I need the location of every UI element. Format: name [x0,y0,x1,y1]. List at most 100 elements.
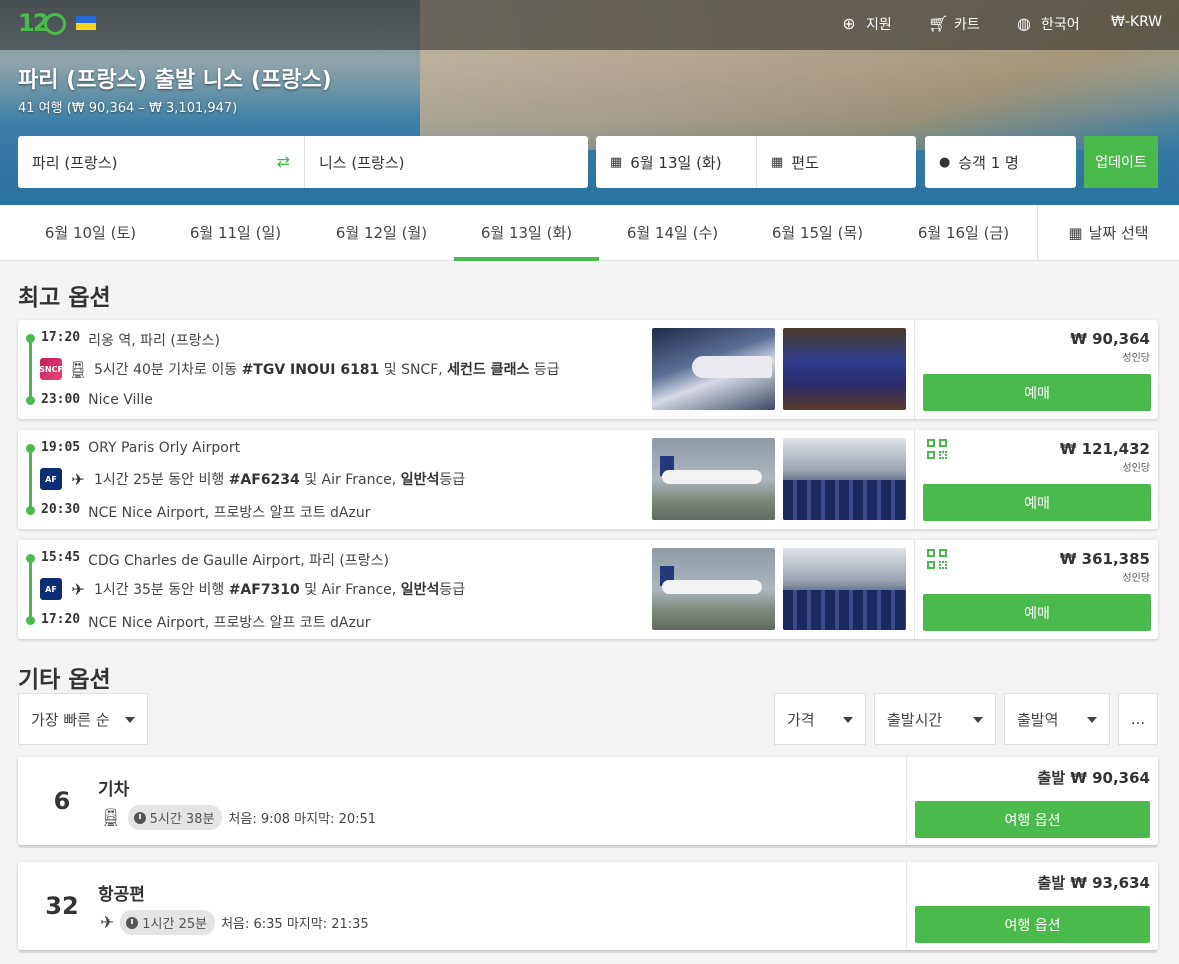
timeline-dot [26,396,35,405]
date-tab-active[interactable]: 6월 13일 (화) [454,205,599,261]
per-adult-label: 성인당 [1122,463,1150,474]
arrival-place: Nice Ville [88,392,153,408]
air-france-logo-icon: AF [40,578,62,600]
price-column: 출발 ₩ 93,634 여행 옵션 [906,862,1158,950]
more-filters-button[interactable]: ... [1118,693,1158,745]
transport-group-flight[interactable]: 32 항공편 ✈ 1시간 25분 처음: 6:35 마지막: 21:35 출발 … [18,862,1158,950]
airplane-exterior-photo[interactable] [652,548,775,630]
air-france-logo-icon: AF [40,468,62,490]
person-icon: ● [939,154,951,170]
first-last-times: 처음: 6:35 마지막: 21:35 [221,917,369,932]
date-tabs: 6월 10일 (토) 6월 11일 (일) 6월 12일 (월) 6월 13일 … [0,205,1179,261]
timeline-dot [26,506,35,515]
more-filters-label: ... [1130,710,1146,728]
book-button[interactable]: 예매 [923,484,1151,521]
nav-language[interactable]: ◍ 한국어 [1015,14,1080,34]
date-tab[interactable]: 6월 16일 (금) [891,205,1036,260]
best-option-card[interactable]: 19:05 ORY Paris Orly Airport AF ✈ 1시간 25… [18,430,1158,529]
to-value: 니스 (프랑스) [319,153,405,172]
arrival-row: 23:00 Nice Ville [41,392,153,408]
arrival-row: 17:20 NCE Nice Airport, 프로방스 알프 코트 dAzur [41,612,370,632]
book-button[interactable]: 예매 [923,594,1151,631]
best-option-card[interactable]: 15:45 CDG Charles de Gaulle Airport, 파리 … [18,540,1158,639]
clock-icon [133,811,146,824]
airplane-cabin-photo[interactable] [783,548,906,630]
trip-options-button[interactable]: 여행 옵션 [915,906,1150,943]
timeline-line [29,558,32,620]
trip-details: AF ✈ 1시간 25분 동안 비행 #AF6234 및 Air France,… [40,468,465,490]
nav-support-label: 지원 [866,17,892,33]
price-column: ₩ 121,432 성인당 예매 [914,430,1158,529]
date-tab[interactable]: 6월 15일 (목) [745,205,890,260]
logo[interactable]: 12 [18,9,66,39]
calendar-icon: ▦ [610,154,623,170]
date-tab[interactable]: 6월 10일 (토) [18,205,163,260]
departure-time: 19:05 [41,440,81,455]
train-interior-photo[interactable] [783,328,906,410]
departure-time: 15:45 [41,550,81,565]
date-value: 6월 13일 (화) [630,153,722,172]
departure-place: 리옹 역, 파리 (프랑스) [88,333,220,349]
departure-station-filter-label: 출발역 [1017,710,1059,729]
sort-dropdown[interactable]: 가장 빠른 순 [18,693,148,745]
book-button[interactable]: 예매 [923,374,1151,411]
chevron-down-icon [973,717,983,723]
airplane-exterior-photo[interactable] [652,438,775,520]
trip-options-button[interactable]: 여행 옵션 [915,801,1150,838]
globe-icon: ◍ [1017,14,1031,33]
nav-currency[interactable]: ₩-KRW [1111,14,1162,30]
plane-icon: ✈ [71,469,85,489]
price-column: ₩ 361,385 성인당 예매 [914,540,1158,639]
page-title: 파리 (프랑스) 출발 니스 (프랑스) [18,68,332,93]
date-picker-button[interactable]: ▦ 날짜 선택 [1037,205,1179,260]
arrival-place: NCE Nice Airport, 프로방스 알프 코트 dAzur [88,505,371,521]
timeline-dot [26,554,35,563]
to-field[interactable]: 니스 (프랑스) [304,136,588,188]
date-tab[interactable]: 6월 12일 (월) [309,205,454,260]
timeline-dot [26,444,35,453]
duration-text: 1시간 25분 [142,917,208,932]
date-tab[interactable]: 6월 11일 (일) [163,205,308,260]
route-summary: 41 여행 (₩ 90,364 – ₩ 3,101,947) [18,101,238,116]
trip-details: AF ✈ 1시간 35분 동안 비행 #AF7310 및 Air France,… [40,578,465,600]
duration-text: 5시간 38분 [149,812,215,827]
option-count: 6 [53,787,71,815]
arrival-time: 23:00 [41,392,81,407]
nav-language-label: 한국어 [1041,17,1080,33]
sort-value: 가장 빠른 순 [31,710,110,729]
train-icon: 🚆︎ [100,807,122,828]
price-column: 출발 ₩ 90,364 여행 옵션 [906,757,1158,845]
price: ₩ 361,385 [1059,550,1150,568]
nav-cart[interactable]: 🛒︎ 카트 [928,14,980,34]
departure-time-filter[interactable]: 출발시간 [874,693,996,745]
per-adult-label: 성인당 [1122,573,1150,584]
return-field[interactable]: ▦ 편도 [756,136,916,188]
update-button[interactable]: 업데이트 [1084,136,1158,188]
passengers-field[interactable]: ● 승객 1 명 [925,136,1076,188]
sncf-logo-icon: SNCF [39,358,63,380]
price-filter-label: 가격 [787,710,815,729]
from-field[interactable]: 파리 (프랑스) ⇄ [18,136,304,188]
duration-badge: 1시간 25분 [120,910,216,935]
calendar-icon: ▦ [1068,223,1083,242]
swap-icon[interactable]: ⇄ [277,152,290,171]
train-exterior-photo[interactable] [652,328,775,410]
date-tab[interactable]: 6월 14일 (수) [600,205,745,260]
timeline-dot [26,616,35,625]
return-value: 편도 [791,153,819,172]
timeline-line [29,338,32,400]
nav-support[interactable]: ⊕ 지원 [840,14,892,34]
transport-group-train[interactable]: 6 기차 🚆︎ 5시간 38분 처음: 9:08 마지막: 20:51 출발 ₩… [18,757,1158,845]
qr-code-icon [927,439,949,461]
price-filter[interactable]: 가격 [774,693,866,745]
best-option-card[interactable]: 17:20 리옹 역, 파리 (프랑스) SNCF 🚆︎ 5시간 40분 기차로… [18,320,1158,419]
departure-station-filter[interactable]: 출발역 [1004,693,1110,745]
trip-details: SNCF 🚆︎ 5시간 40분 기차로 이동 #TGV INOUI 6181 및… [39,358,560,380]
train-icon: 🚆︎ [68,359,89,379]
date-picker-label: 날짜 선택 [1088,224,1149,242]
airplane-cabin-photo[interactable] [783,438,906,520]
hero-banner: 12 ⊕ 지원 🛒︎ 카트 ◍ 한국어 ₩-KRW 파리 (프랑스) 출발 니스… [0,0,1179,205]
calendar-icon: ▦ [771,154,784,170]
date-field[interactable]: ▦ 6월 13일 (화) [596,136,756,188]
chevron-down-icon [843,717,853,723]
